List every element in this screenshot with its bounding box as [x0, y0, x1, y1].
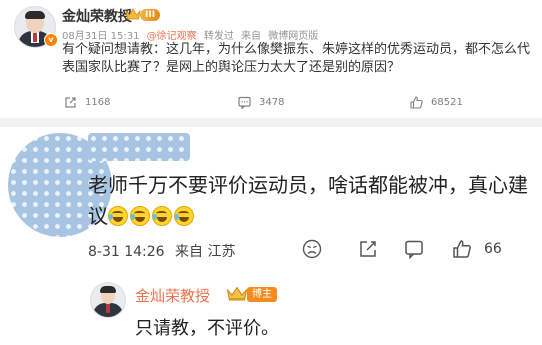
repost-icon[interactable] — [358, 239, 378, 259]
comment-source: 来自 江苏 — [175, 244, 236, 260]
reply-text: 只请教，不评价。 — [135, 318, 279, 339]
repost-count: 1168 — [85, 97, 111, 108]
reply-author-avatar[interactable] — [90, 282, 126, 318]
like-icon — [410, 96, 423, 109]
vip-crown-icon — [125, 8, 141, 20]
vip-crown-icon — [226, 286, 248, 301]
like-count: 68521 — [431, 97, 463, 108]
like-icon[interactable] — [452, 239, 472, 259]
laugh-cry-emoji-icon — [130, 206, 150, 226]
laugh-cry-emoji-icon — [152, 206, 172, 226]
verified-icon: v — [44, 33, 58, 47]
comment-meta: 8-31 14:26 来自 江苏 — [88, 241, 241, 261]
comment-like-count: 66 — [484, 241, 502, 257]
section-divider — [0, 118, 542, 127]
author-badge: 博主 — [247, 287, 277, 302]
level-badge: III — [140, 9, 161, 21]
comment-icon[interactable] — [404, 239, 424, 259]
comment-time: 8-31 14:26 — [88, 244, 165, 260]
post-text: 有个疑问想请教：这几年，为什么像樊振东、朱婷这样的优秀运动员，都不怎么代表国家队… — [62, 42, 531, 75]
repost-button[interactable]: 1168 — [64, 96, 110, 109]
dislike-face-icon[interactable] — [302, 239, 322, 259]
repost-icon — [65, 97, 76, 108]
comment-button[interactable]: 3478 — [238, 96, 284, 109]
comment-text: 老师千万不要评价运动员，啥话都能被冲，真心建议 — [88, 170, 528, 232]
comment-icon — [238, 96, 251, 109]
like-button[interactable]: 68521 — [410, 96, 463, 109]
commenter-name-redacted[interactable] — [88, 133, 190, 161]
comment-count: 3478 — [259, 97, 285, 108]
laugh-cry-emoji-icon — [108, 206, 128, 226]
post-author-name[interactable]: 金灿荣教授 — [62, 6, 132, 26]
laugh-cry-emoji-icon — [174, 206, 194, 226]
post-meta: 08月31日 15:31 @徐记观察 转发过 来自 微博网页版 — [62, 27, 322, 42]
reply-author-name[interactable]: 金灿荣教授 — [135, 285, 210, 306]
